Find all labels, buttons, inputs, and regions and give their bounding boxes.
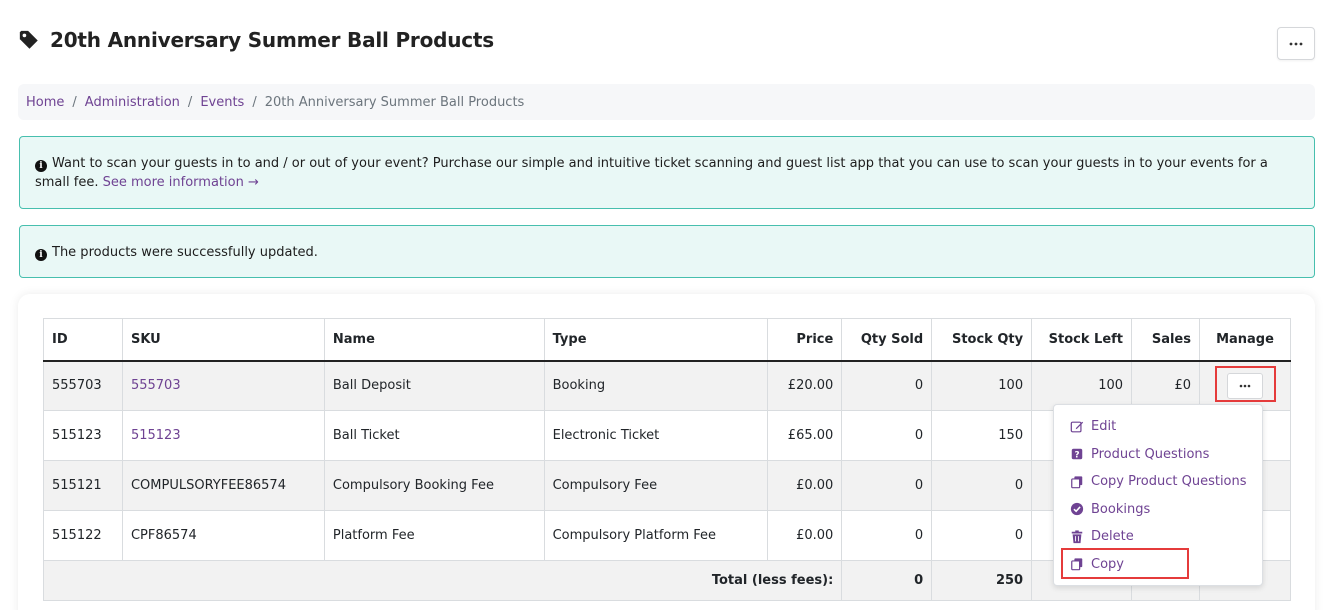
cell-type: Compulsory Platform Fee — [543, 510, 769, 561]
table-header-row: ID SKU Name Type Price Qty Sold Stock Qt… — [43, 318, 1292, 362]
tag-icon — [18, 29, 40, 51]
check-circle-icon — [1070, 503, 1084, 516]
cell-qty-sold: 0 — [841, 510, 933, 561]
header-id[interactable]: ID — [43, 318, 123, 362]
total-qty-sold: 0 — [841, 560, 933, 601]
sku-link[interactable]: 515123 — [131, 428, 181, 443]
cell-id: 515123 — [43, 410, 123, 461]
info-icon: i — [35, 249, 47, 261]
breadcrumb-separator: / — [187, 94, 193, 110]
menu-item-delete[interactable]: Delete — [1054, 523, 1262, 551]
cell-name: Compulsory Booking Fee — [323, 460, 545, 511]
cell-name: Ball Deposit — [323, 360, 545, 411]
cell-qty-sold: 0 — [841, 410, 933, 461]
total-stock-qty: 250 — [931, 560, 1033, 601]
cell-stock-qty: 100 — [931, 360, 1033, 411]
menu-item-product-questions[interactable]: ? Product Questions — [1054, 441, 1262, 469]
copy-icon — [1071, 476, 1083, 489]
page-header: 20th Anniversary Summer Ball Products — [18, 26, 494, 54]
cell-type: Electronic Ticket — [543, 410, 769, 461]
cell-price: £0.00 — [767, 460, 843, 511]
cell-price: £20.00 — [767, 360, 843, 411]
menu-item-label: Bookings — [1091, 501, 1151, 517]
breadcrumb-separator: / — [72, 94, 77, 110]
cell-stock-qty: 0 — [931, 510, 1033, 561]
menu-item-label: Product Questions — [1091, 446, 1210, 462]
menu-item-label: Delete — [1091, 529, 1134, 545]
header-name[interactable]: Name — [323, 318, 545, 362]
cell-stock-left: 100 — [1031, 360, 1133, 411]
header-type[interactable]: Type — [543, 318, 769, 362]
sku-link[interactable]: 555703 — [131, 378, 181, 393]
success-alert: i The products were successfully updated. — [19, 225, 1315, 278]
breadcrumb: Home / Administration / Events / 20th An… — [18, 84, 1315, 120]
cell-sales: £0 — [1131, 360, 1200, 411]
success-text: The products were successfully updated. — [52, 245, 318, 260]
header-price[interactable]: Price — [767, 318, 843, 362]
menu-item-edit[interactable]: Edit — [1054, 413, 1262, 441]
svg-text:?: ? — [1074, 451, 1079, 461]
cell-type: Compulsory Fee — [543, 460, 769, 511]
total-label: Total (less fees): — [42, 560, 843, 601]
page-title: 20th Anniversary Summer Ball Products — [50, 28, 494, 52]
breadcrumb-separator: / — [252, 94, 257, 110]
table-row: 555703 555703 Ball Deposit Booking £20.0… — [43, 360, 1292, 411]
header-sales[interactable]: Sales — [1131, 318, 1200, 362]
header-sku[interactable]: SKU — [121, 318, 325, 362]
cell-stock-qty: 150 — [931, 410, 1033, 461]
cell-name: Platform Fee — [323, 510, 545, 561]
cell-type: Booking — [543, 360, 769, 411]
cell-price: £0.00 — [767, 510, 843, 561]
trash-icon — [1071, 530, 1083, 543]
cell-id: 555703 — [43, 360, 123, 411]
ellipsis-icon — [1289, 42, 1303, 45]
header-manage: Manage — [1198, 318, 1292, 362]
cell-id: 515122 — [43, 510, 123, 561]
breadcrumb-events[interactable]: Events — [200, 95, 244, 110]
menu-item-label: Copy Product Questions — [1091, 474, 1247, 490]
see-more-information-link[interactable]: See more information → — [103, 175, 259, 190]
cell-sku: COMPULSORYFEE86574 — [121, 460, 325, 511]
breadcrumb-current: 20th Anniversary Summer Ball Products — [264, 94, 525, 110]
cell-id: 515121 — [43, 460, 123, 511]
page-more-button[interactable] — [1277, 27, 1315, 60]
question-icon: ? — [1071, 449, 1083, 461]
menu-item-label: Edit — [1091, 419, 1117, 435]
cell-qty-sold: 0 — [841, 460, 933, 511]
breadcrumb-administration[interactable]: Administration — [85, 95, 180, 110]
edit-icon — [1070, 421, 1084, 433]
cell-name: Ball Ticket — [323, 410, 545, 461]
header-stock-left[interactable]: Stock Left — [1031, 318, 1133, 362]
menu-item-copy-product-questions[interactable]: Copy Product Questions — [1054, 468, 1262, 496]
cell-stock-qty: 0 — [931, 460, 1033, 511]
info-icon: i — [35, 160, 47, 172]
breadcrumb-home[interactable]: Home — [26, 95, 64, 110]
header-qty-sold[interactable]: Qty Sold — [841, 318, 933, 362]
scan-info-alert: i Want to scan your guests in to and / or… — [19, 136, 1315, 209]
header-stock-qty[interactable]: Stock Qty — [931, 318, 1033, 362]
cell-price: £65.00 — [767, 410, 843, 461]
manage-button-highlight — [1215, 366, 1276, 402]
cell-sku: CPF86574 — [121, 510, 325, 561]
copy-item-highlight — [1061, 548, 1189, 579]
cell-qty-sold: 0 — [841, 360, 933, 411]
menu-item-bookings[interactable]: Bookings — [1054, 496, 1262, 524]
